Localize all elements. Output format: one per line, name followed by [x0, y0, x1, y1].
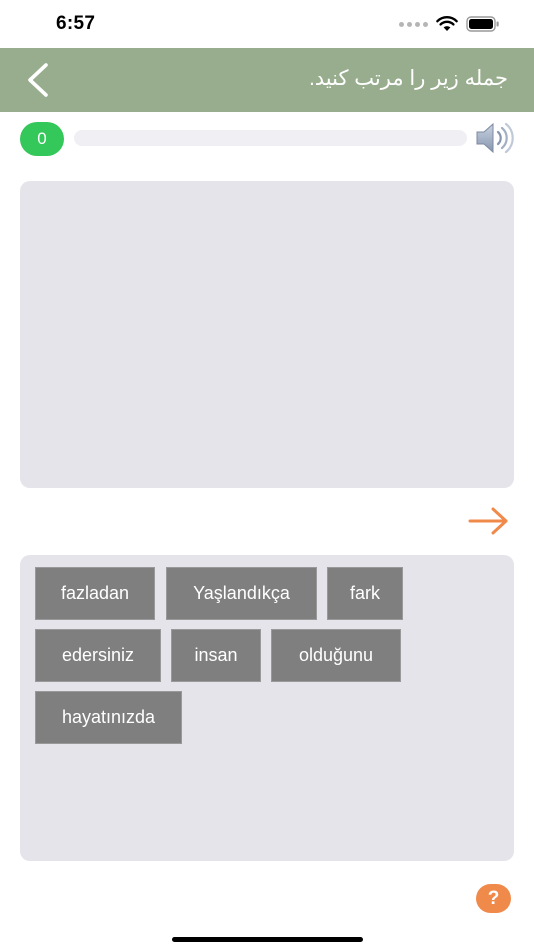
page-title: جمله زیر را مرتب کنید.	[308, 67, 508, 90]
status-bar: 6:57	[0, 0, 534, 48]
back-button[interactable]	[22, 62, 54, 98]
word-chip[interactable]: Yaşlandıkça	[166, 567, 317, 620]
arrow-right-icon	[468, 507, 508, 535]
word-chip[interactable]: fark	[327, 567, 403, 620]
word-chip[interactable]: hayatınızda	[35, 691, 182, 744]
next-button[interactable]	[466, 504, 512, 538]
help-button[interactable]: ?	[476, 884, 511, 913]
progress-bar	[74, 130, 467, 146]
battery-icon	[466, 16, 500, 32]
home-indicator	[172, 937, 363, 942]
cellular-signal-icon	[399, 21, 428, 27]
status-time: 6:57	[56, 13, 96, 34]
header-bar: جمله زیر را مرتب کنید.	[0, 48, 534, 112]
speaker-button[interactable]	[474, 120, 516, 156]
word-bank: fazladan Yaşlandıkça fark edersiniz insa…	[20, 555, 514, 861]
word-chip[interactable]: olduğunu	[271, 629, 401, 682]
wifi-icon	[436, 16, 458, 32]
chevron-left-icon	[28, 63, 48, 97]
score-badge: 0	[20, 122, 64, 156]
answer-drop-area[interactable]	[20, 181, 514, 488]
word-chip[interactable]: insan	[171, 629, 261, 682]
word-chip[interactable]: edersiniz	[35, 629, 161, 682]
speaker-icon	[476, 122, 514, 154]
status-icons	[399, 16, 500, 32]
screen: 6:57 جمله زیر را مرتب کنید. 0 fazladan Y…	[0, 0, 534, 950]
word-chip[interactable]: fazladan	[35, 567, 155, 620]
